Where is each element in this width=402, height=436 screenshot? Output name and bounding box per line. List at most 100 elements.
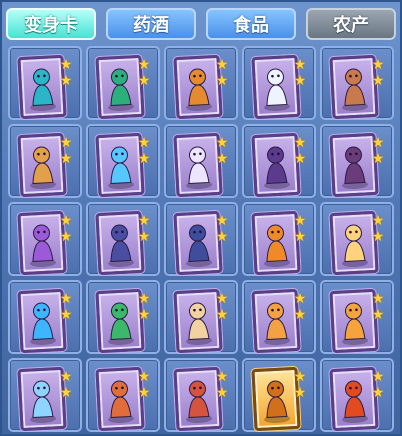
star-rating: ★ ★ xyxy=(59,370,75,400)
star-icon: ★ xyxy=(371,229,385,245)
card-slot[interactable]: ★ ★ xyxy=(320,124,394,198)
tab-transformation-card[interactable]: 变身卡 xyxy=(6,8,96,40)
star-icon: ★ xyxy=(59,385,73,401)
card-slot[interactable]: ★ ★ xyxy=(242,46,316,120)
card-slot[interactable]: ★ ★ xyxy=(86,280,160,354)
star-icon: ★ xyxy=(371,151,385,167)
star-rating: ★ ★ xyxy=(371,214,387,244)
star-icon: ★ xyxy=(371,213,385,229)
star-icon: ★ xyxy=(371,135,385,151)
tab-medicinal-wine[interactable]: 药酒 xyxy=(106,8,196,40)
card-slot[interactable]: ★ ★ xyxy=(8,46,82,120)
star-icon: ★ xyxy=(371,385,385,401)
star-rating: ★ ★ xyxy=(293,136,309,166)
star-icon: ★ xyxy=(293,213,307,229)
star-rating: ★ ★ xyxy=(137,370,153,400)
card-slot[interactable]: ★ ★ xyxy=(164,124,238,198)
card-slot[interactable]: ★ ★ xyxy=(320,202,394,276)
star-icon: ★ xyxy=(293,369,307,385)
star-rating: ★ ★ xyxy=(371,292,387,322)
card-slot[interactable]: ★ ★ xyxy=(320,358,394,432)
star-icon: ★ xyxy=(215,57,229,73)
tab-food[interactable]: 食品 xyxy=(206,8,296,40)
star-icon: ★ xyxy=(137,135,151,151)
card-slot[interactable]: ★ ★ xyxy=(86,46,160,120)
star-rating: ★ ★ xyxy=(215,136,231,166)
star-icon: ★ xyxy=(137,291,151,307)
card-slot[interactable]: ★ ★ xyxy=(242,358,316,432)
star-icon: ★ xyxy=(59,135,73,151)
card-slot[interactable]: ★ ★ xyxy=(86,202,160,276)
star-rating: ★ ★ xyxy=(371,136,387,166)
card-slot[interactable]: ★ ★ xyxy=(86,124,160,198)
card-slot[interactable]: ★ ★ xyxy=(320,46,394,120)
star-rating: ★ ★ xyxy=(215,214,231,244)
star-icon: ★ xyxy=(59,229,73,245)
star-icon: ★ xyxy=(59,151,73,167)
star-rating: ★ ★ xyxy=(215,370,231,400)
card-slot[interactable]: ★ ★ xyxy=(8,124,82,198)
star-rating: ★ ★ xyxy=(371,58,387,88)
card-slot[interactable]: ★ ★ xyxy=(164,46,238,120)
category-tab-bar: 变身卡 药酒 食品 农产 xyxy=(6,8,396,42)
star-icon: ★ xyxy=(59,369,73,385)
star-rating: ★ ★ xyxy=(137,214,153,244)
star-icon: ★ xyxy=(371,291,385,307)
card-slot[interactable]: ★ ★ xyxy=(8,358,82,432)
star-rating: ★ ★ xyxy=(59,292,75,322)
card-slot[interactable]: ★ ★ xyxy=(164,358,238,432)
tab-farm-produce[interactable]: 农产 xyxy=(306,8,396,40)
card-slot[interactable]: ★ ★ xyxy=(8,202,82,276)
card-slot[interactable]: ★ ★ xyxy=(8,280,82,354)
star-icon: ★ xyxy=(215,307,229,323)
star-icon: ★ xyxy=(137,307,151,323)
star-icon: ★ xyxy=(137,385,151,401)
star-icon: ★ xyxy=(215,151,229,167)
star-icon: ★ xyxy=(215,291,229,307)
card-slot[interactable]: ★ ★ xyxy=(164,280,238,354)
star-icon: ★ xyxy=(293,73,307,89)
star-icon: ★ xyxy=(215,229,229,245)
star-icon: ★ xyxy=(215,73,229,89)
card-slot[interactable]: ★ ★ xyxy=(320,280,394,354)
card-slot[interactable]: ★ ★ xyxy=(242,280,316,354)
star-icon: ★ xyxy=(371,369,385,385)
star-rating: ★ ★ xyxy=(137,58,153,88)
star-icon: ★ xyxy=(293,57,307,73)
star-rating: ★ ★ xyxy=(59,214,75,244)
star-icon: ★ xyxy=(59,73,73,89)
card-slot[interactable]: ★ ★ xyxy=(242,202,316,276)
star-icon: ★ xyxy=(215,135,229,151)
star-icon: ★ xyxy=(215,369,229,385)
star-rating: ★ ★ xyxy=(293,292,309,322)
star-icon: ★ xyxy=(137,369,151,385)
star-icon: ★ xyxy=(293,135,307,151)
star-icon: ★ xyxy=(293,151,307,167)
star-icon: ★ xyxy=(371,57,385,73)
star-rating: ★ ★ xyxy=(293,58,309,88)
star-rating: ★ ★ xyxy=(215,292,231,322)
star-icon: ★ xyxy=(59,307,73,323)
card-grid: ★ ★ ★ ★ ★ ★ ★ ★ ★ ★ ★ ★ ★ ★ ★ ★ ★ ★ ★ ★ ★ ★ ★ ★ ★ ★ ★ ★ ★ ★ ★ ★ ★ ★ ★ ★ ★ ★ ★ ★… xyxy=(8,46,396,432)
star-rating: ★ ★ xyxy=(293,370,309,400)
card-slot[interactable]: ★ ★ xyxy=(164,202,238,276)
star-rating: ★ ★ xyxy=(293,214,309,244)
star-icon: ★ xyxy=(293,291,307,307)
star-rating: ★ ★ xyxy=(137,292,153,322)
star-rating: ★ ★ xyxy=(59,136,75,166)
star-icon: ★ xyxy=(215,385,229,401)
star-rating: ★ ★ xyxy=(59,58,75,88)
star-icon: ★ xyxy=(371,307,385,323)
star-icon: ★ xyxy=(293,307,307,323)
star-icon: ★ xyxy=(215,213,229,229)
card-slot[interactable]: ★ ★ xyxy=(86,358,160,432)
star-icon: ★ xyxy=(59,57,73,73)
star-icon: ★ xyxy=(59,291,73,307)
card-slot[interactable]: ★ ★ xyxy=(242,124,316,198)
star-rating: ★ ★ xyxy=(215,58,231,88)
star-icon: ★ xyxy=(293,385,307,401)
star-icon: ★ xyxy=(59,213,73,229)
star-icon: ★ xyxy=(137,57,151,73)
star-icon: ★ xyxy=(371,73,385,89)
star-rating: ★ ★ xyxy=(371,370,387,400)
